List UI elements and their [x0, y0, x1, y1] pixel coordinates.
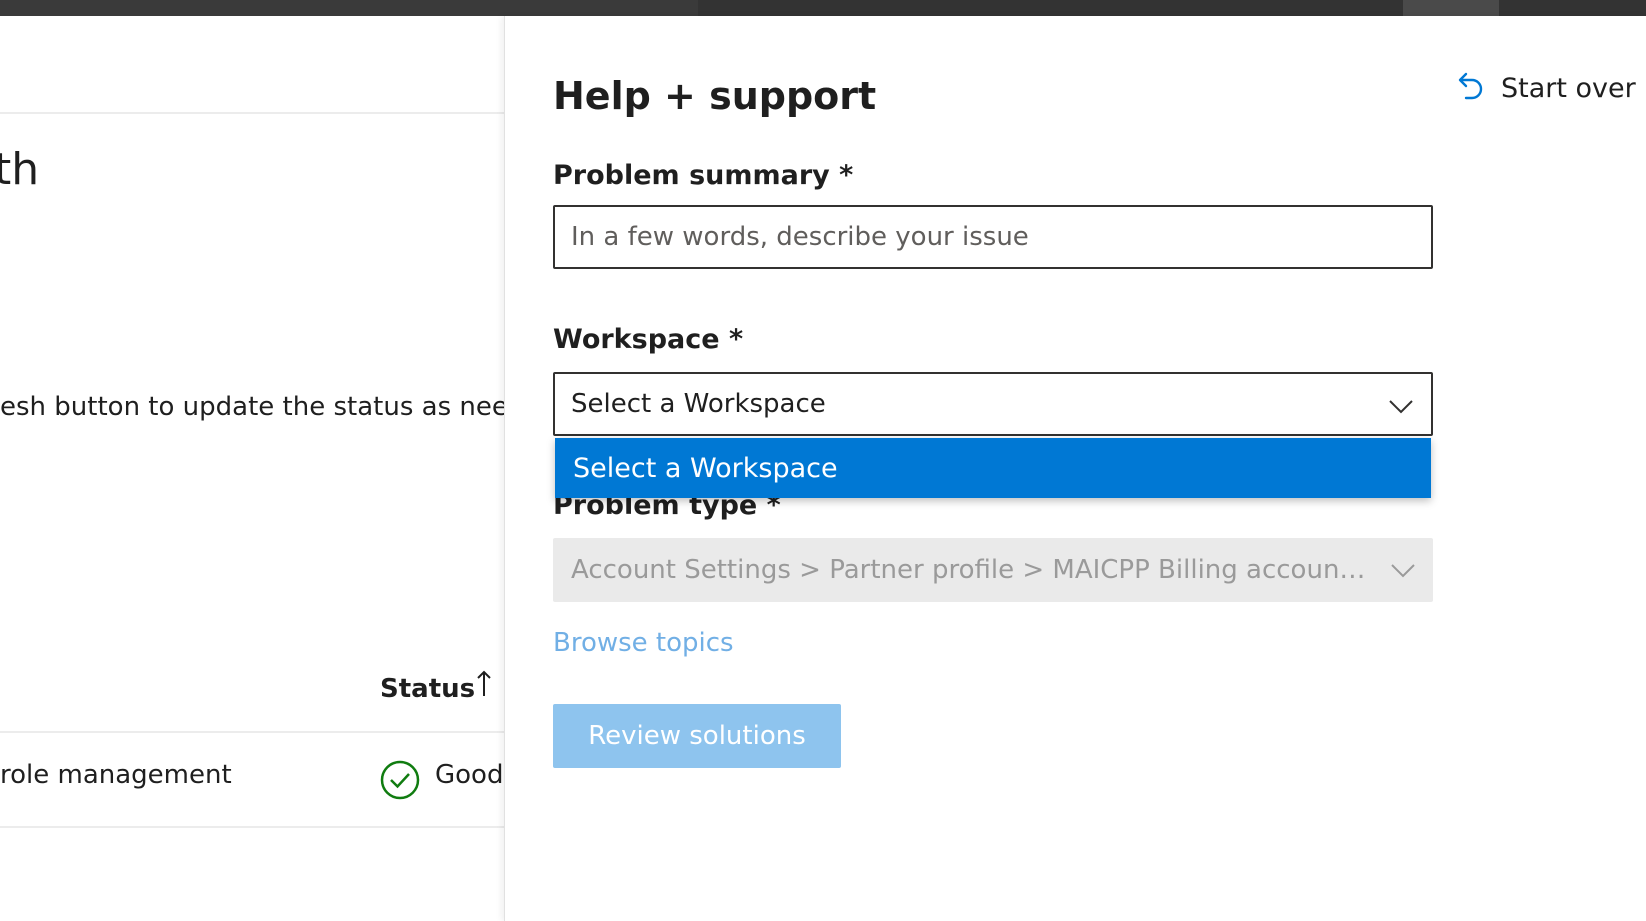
arrow-up-icon[interactable]	[474, 668, 494, 700]
top-bar	[0, 0, 1646, 16]
workspace-option-label: Select a Workspace	[573, 452, 838, 484]
problem-type-select: Account Settings > Partner profile > MAI…	[553, 538, 1433, 602]
start-over-label: Start over	[1501, 72, 1636, 104]
browse-topics-link[interactable]: Browse topics	[553, 628, 734, 658]
start-over-button[interactable]: Start over	[1453, 68, 1636, 108]
table-row-name: role management	[0, 760, 232, 790]
problem-summary-label: Problem summary *	[553, 160, 854, 191]
page-heading: th	[0, 144, 40, 195]
page-description: esh button to update the status as neede	[0, 392, 505, 422]
workspace-select-value: Select a Workspace	[571, 389, 826, 419]
review-solutions-button[interactable]: Review solutions	[553, 704, 841, 768]
problem-summary-input[interactable]	[553, 205, 1433, 269]
status-value: Good	[435, 760, 504, 790]
column-header-status[interactable]: Status	[380, 674, 475, 704]
chevron-down-icon	[1391, 564, 1415, 578]
top-bar-active-segment[interactable]	[1403, 0, 1499, 16]
top-bar-segment	[0, 0, 698, 16]
help-support-panel: Help + support Start over Problem summar…	[504, 16, 1646, 921]
panel-title: Help + support	[553, 74, 877, 118]
checkmark-circle-icon	[380, 760, 420, 800]
divider	[0, 731, 505, 733]
divider	[0, 112, 505, 114]
workspace-option[interactable]: Select a Workspace	[555, 438, 1431, 498]
chevron-down-icon	[1389, 400, 1413, 414]
workspace-select[interactable]: Select a Workspace	[553, 372, 1433, 436]
undo-arrow-icon	[1458, 72, 1483, 100]
background-page: th esh button to update the status as ne…	[0, 16, 505, 921]
divider	[0, 826, 505, 828]
problem-type-value: Account Settings > Partner profile > MAI…	[571, 555, 1371, 585]
workspace-label: Workspace *	[553, 324, 744, 355]
